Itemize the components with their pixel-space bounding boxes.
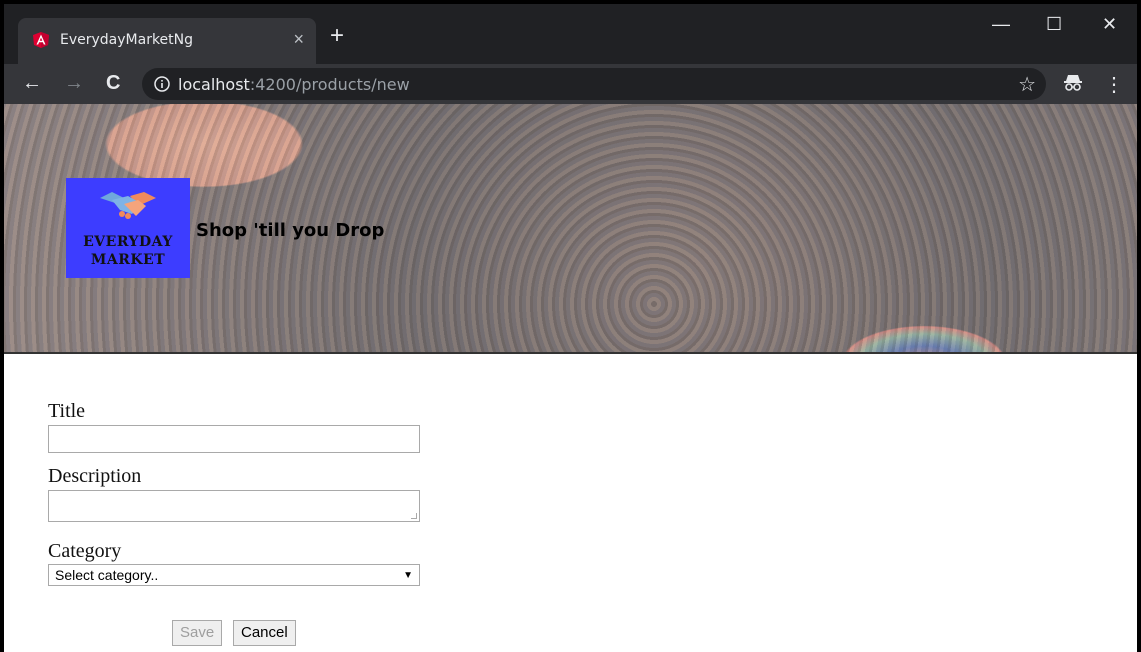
tab-close-icon[interactable]: ×: [293, 30, 304, 48]
category-label: Category: [48, 540, 122, 562]
tab-title: EverydayMarketNg: [60, 32, 194, 48]
description-textarea[interactable]: [48, 490, 420, 522]
category-select[interactable]: Select category.. ▼: [48, 564, 420, 586]
save-button[interactable]: Save: [172, 620, 223, 646]
url-host: localhost: [178, 75, 250, 94]
close-window-icon[interactable]: ✕: [1102, 14, 1117, 35]
incognito-icon[interactable]: [1062, 72, 1084, 94]
logo-line2: MARKET: [90, 252, 166, 268]
resize-grip-icon[interactable]: [411, 513, 417, 519]
dropdown-arrow-icon: ▼: [403, 569, 413, 581]
menu-icon[interactable]: ⋮: [1104, 72, 1124, 97]
browser-window: EverydayMarketNg × + — ☐ ✕ ← → C localho…: [0, 0, 1141, 652]
handshake-icon: [100, 192, 156, 219]
category-selected-value: Select category..: [55, 567, 159, 583]
maximize-icon[interactable]: ☐: [1046, 14, 1062, 35]
title-input[interactable]: [48, 425, 420, 453]
address-bar[interactable]: localhost:4200/products/new ☆: [142, 68, 1046, 100]
title-label: Title: [48, 400, 86, 422]
forward-icon[interactable]: →: [64, 72, 84, 94]
description-label: Description: [48, 465, 142, 487]
reload-icon[interactable]: C: [106, 72, 120, 94]
new-tab-button[interactable]: +: [330, 24, 344, 48]
everyday-market-logo[interactable]: EVERYDAY MARKET: [66, 178, 190, 278]
info-icon[interactable]: [154, 76, 170, 92]
browser-toolbar: ← → C localhost:4200/products/new ☆ ⋮: [4, 64, 1137, 104]
back-icon[interactable]: ←: [22, 72, 42, 94]
cancel-button[interactable]: Cancel: [233, 620, 296, 646]
angular-icon: [33, 32, 49, 48]
product-form: Title Description Category Select catego…: [48, 400, 420, 586]
browser-tab[interactable]: EverydayMarketNg ×: [18, 18, 316, 64]
url-text[interactable]: localhost:4200/products/new: [178, 75, 410, 94]
url-path: :4200/products/new: [249, 75, 410, 94]
title-bar: EverydayMarketNg × + — ☐ ✕: [4, 4, 1137, 64]
bookmark-star-icon[interactable]: ☆: [1018, 72, 1036, 97]
logo-line1: EVERYDAY: [83, 234, 173, 250]
minimize-icon[interactable]: —: [992, 14, 1010, 35]
tagline: Shop 'till you Drop: [196, 220, 385, 241]
market-banner-image: EVERYDAY MARKET Shop 'till you Drop: [4, 104, 1137, 354]
